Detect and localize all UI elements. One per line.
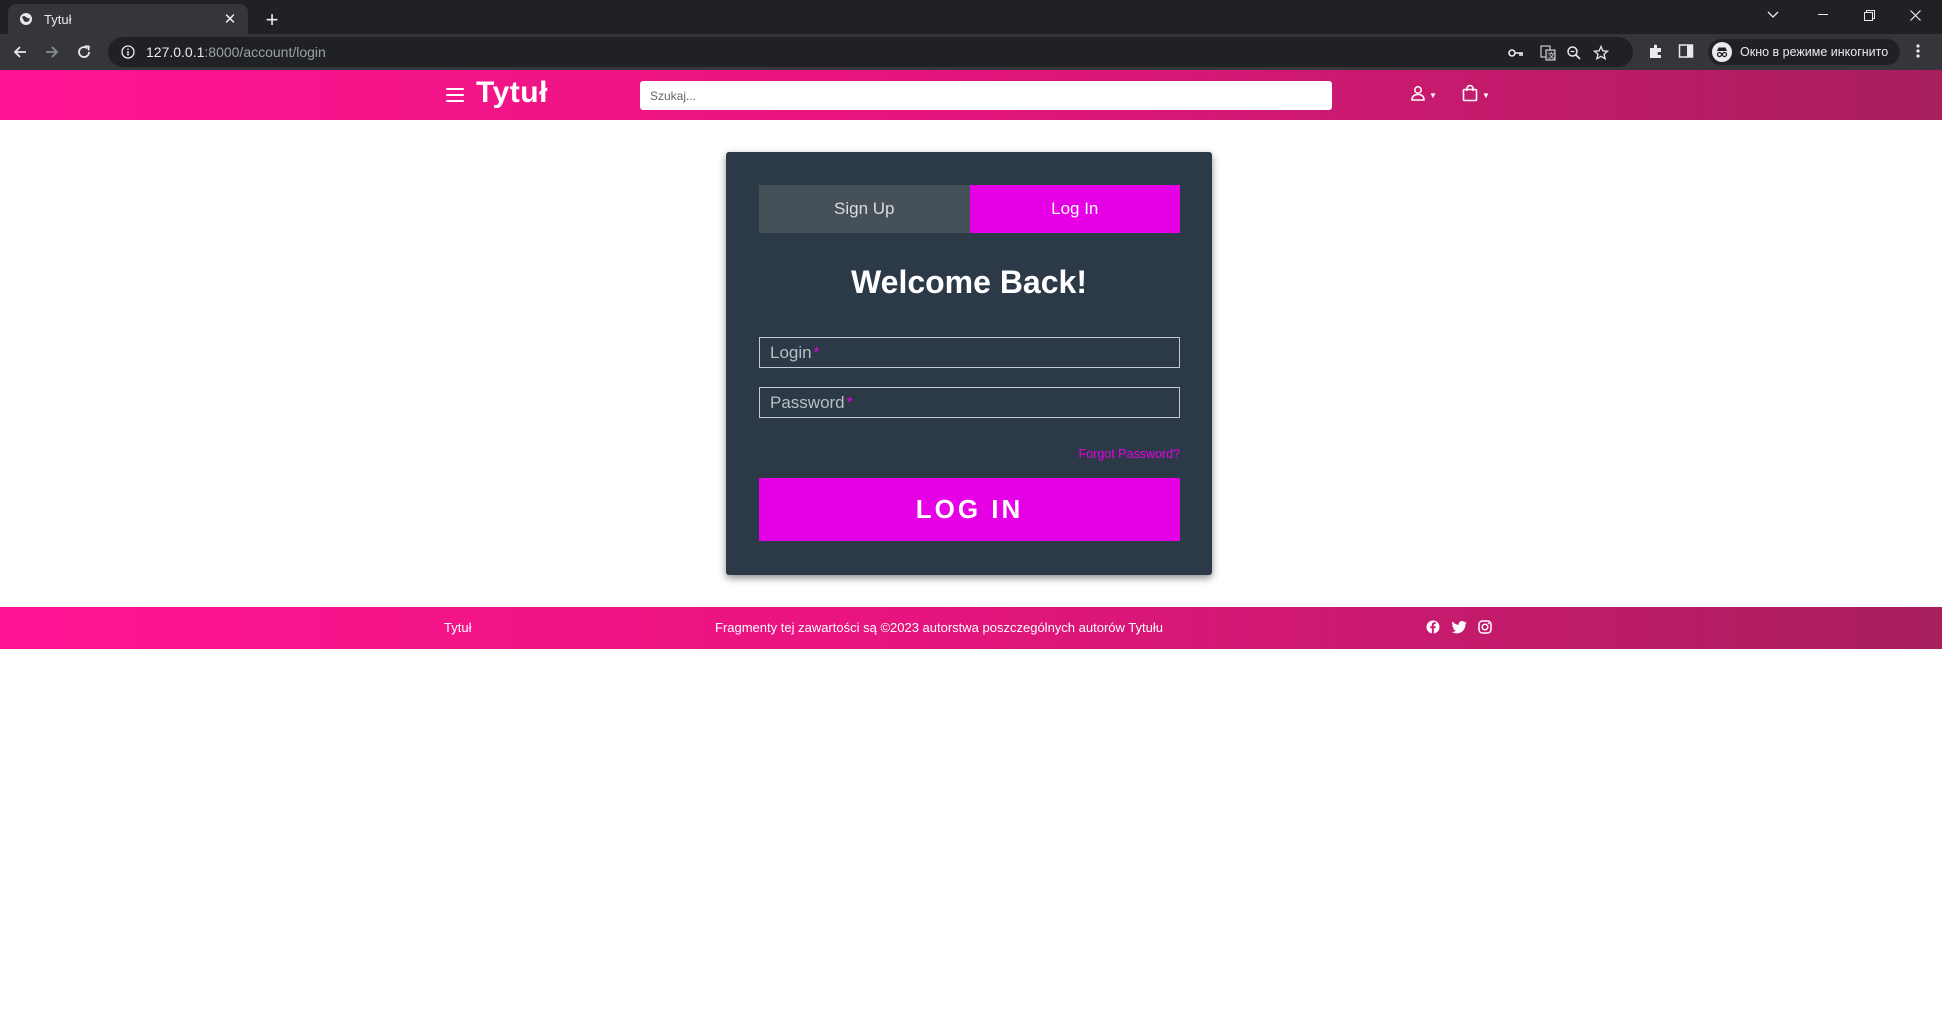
tab-search-chevron-icon[interactable] — [1750, 0, 1796, 30]
chevron-down-icon: ▼ — [1429, 90, 1437, 100]
instagram-icon[interactable] — [1477, 619, 1493, 635]
forgot-password-link[interactable]: Forgot Password? — [1079, 447, 1180, 461]
password-field[interactable]: Password * — [759, 387, 1180, 418]
search-input[interactable] — [640, 81, 1332, 110]
key-icon[interactable] — [1507, 44, 1525, 62]
cart-dropdown[interactable]: ▼ — [1461, 84, 1490, 106]
url-host: 127.0.0.1 — [146, 44, 205, 60]
site-header: Tytuł ▼ ▼ — [0, 70, 1942, 120]
bookmark-star-icon[interactable] — [1592, 44, 1610, 62]
log-in-button[interactable]: LOG IN — [759, 478, 1180, 541]
address-bar[interactable]: 127.0.0.1:8000/account/login 文 — [108, 37, 1633, 67]
site-info-icon[interactable] — [120, 44, 136, 60]
side-panel-icon[interactable] — [1676, 41, 1696, 61]
browser-tabstrip: Tytuł ✕ + — [0, 0, 1942, 34]
login-card: Sign Up Log In Welcome Back! Login * Pas… — [726, 152, 1212, 575]
site-footer: Tytuł Fragmenty tej zawartości są ©2023 … — [0, 607, 1942, 649]
restore-icon[interactable] — [1846, 0, 1892, 30]
incognito-icon — [1712, 42, 1732, 62]
tab-log-in[interactable]: Log In — [969, 185, 1180, 233]
incognito-indicator[interactable]: Окно в режиме инкогнито — [1708, 39, 1901, 65]
incognito-label: Окно в режиме инкогнито — [1740, 45, 1889, 59]
shopping-bag-icon — [1461, 84, 1479, 107]
footer-brand[interactable]: Tytuł — [444, 620, 471, 635]
auth-tabs: Sign Up Log In — [759, 185, 1180, 233]
browser-toolbar: 127.0.0.1:8000/account/login 文 Окно в ре… — [0, 34, 1942, 70]
account-dropdown[interactable]: ▼ — [1410, 84, 1437, 106]
extensions-puzzle-icon[interactable] — [1646, 41, 1666, 61]
forward-arrow-icon[interactable] — [38, 38, 66, 66]
tab-title: Tytuł — [44, 11, 72, 27]
reload-icon[interactable] — [70, 38, 98, 66]
tab-sign-up[interactable]: Sign Up — [759, 185, 970, 233]
user-icon — [1410, 85, 1426, 106]
minimize-icon[interactable] — [1800, 0, 1846, 30]
back-arrow-icon[interactable] — [6, 38, 34, 66]
url-path: :8000/account/login — [204, 44, 326, 60]
url-text: 127.0.0.1:8000/account/login — [146, 44, 326, 60]
twitter-icon[interactable] — [1451, 619, 1467, 635]
browser-tab[interactable]: Tytuł ✕ — [8, 4, 248, 34]
translate-icon[interactable]: 文 — [1539, 44, 1557, 62]
new-tab-button[interactable]: + — [258, 6, 286, 34]
required-asterisk: * — [846, 394, 853, 411]
svg-text:文: 文 — [1548, 51, 1555, 60]
site-logo[interactable]: Tytuł — [476, 76, 548, 110]
chevron-down-icon: ▼ — [1482, 90, 1490, 100]
browser-menu-icon[interactable] — [1908, 41, 1928, 61]
hamburger-menu-icon[interactable] — [446, 86, 464, 104]
footer-copyright: Fragmenty tej zawartości są ©2023 autors… — [715, 620, 1163, 635]
page-title: Welcome Back! — [851, 264, 1087, 300]
password-placeholder: Password — [770, 392, 845, 412]
login-field[interactable]: Login * — [759, 337, 1180, 368]
zoom-icon[interactable] — [1565, 44, 1583, 62]
window-close-icon[interactable] — [1892, 0, 1938, 30]
tab-close-icon[interactable]: ✕ — [222, 11, 238, 28]
globe-icon — [18, 11, 34, 27]
facebook-icon[interactable] — [1425, 619, 1441, 635]
required-asterisk: * — [813, 344, 820, 361]
login-placeholder: Login — [770, 342, 812, 362]
